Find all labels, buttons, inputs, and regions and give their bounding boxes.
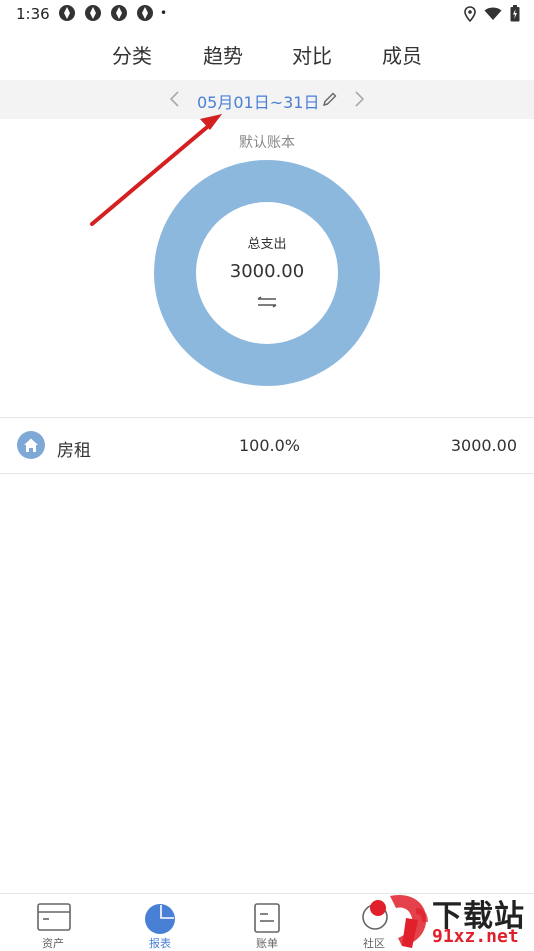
tab-members[interactable]: 成员 xyxy=(382,40,422,69)
tab-category[interactable]: 分类 xyxy=(112,40,152,69)
notification-icon xyxy=(85,5,101,21)
card-icon xyxy=(37,903,71,931)
list-item[interactable]: 房租 100.0% 3000.00 xyxy=(0,418,534,473)
top-tabs: 分类 趋势 对比 成员 xyxy=(0,28,534,80)
nav-reports[interactable]: 报表 xyxy=(110,894,210,951)
book-name[interactable]: 默认账本 xyxy=(0,132,534,152)
total-expense-label: 总支出 xyxy=(247,237,287,252)
notification-icon xyxy=(137,5,153,21)
notification-icon xyxy=(59,5,75,21)
pie-chart-icon xyxy=(145,904,175,934)
chevron-left-icon[interactable] xyxy=(168,90,182,108)
notification-icon xyxy=(111,5,127,21)
nav-label: 报表 xyxy=(149,937,171,950)
category-amount: 3000.00 xyxy=(450,436,517,455)
status-time: 1:36 xyxy=(16,5,50,23)
notification-icons xyxy=(58,4,154,22)
wifi-icon xyxy=(484,7,502,20)
status-bar: 1:36 • xyxy=(0,0,534,28)
chevron-right-icon[interactable] xyxy=(352,90,366,108)
divider xyxy=(0,473,534,474)
category-percent: 100.0% xyxy=(239,436,301,455)
nav-label: 资产 xyxy=(42,937,64,950)
pencil-icon[interactable] xyxy=(322,91,338,107)
total-expense-value: 3000.00 xyxy=(229,261,305,282)
tab-trend[interactable]: 趋势 xyxy=(203,40,243,69)
document-icon xyxy=(254,903,280,933)
tab-compare[interactable]: 对比 xyxy=(292,40,332,69)
status-right-icons xyxy=(464,5,520,22)
nav-assets[interactable]: 资产 xyxy=(3,894,103,951)
date-range-text[interactable]: 05月01日~31日 xyxy=(197,89,320,113)
battery-icon xyxy=(510,5,520,22)
nav-bills[interactable]: 账单 xyxy=(217,894,317,951)
nav-label: 账单 xyxy=(256,937,278,950)
swap-icon[interactable] xyxy=(256,296,278,308)
home-icon xyxy=(17,431,45,459)
watermark-text-bottom: 91xz.net xyxy=(432,926,519,947)
location-icon xyxy=(464,5,476,22)
category-name: 房租 xyxy=(57,441,91,461)
status-dot: • xyxy=(160,6,168,20)
date-range-bar: 05月01日~31日 xyxy=(0,80,534,119)
